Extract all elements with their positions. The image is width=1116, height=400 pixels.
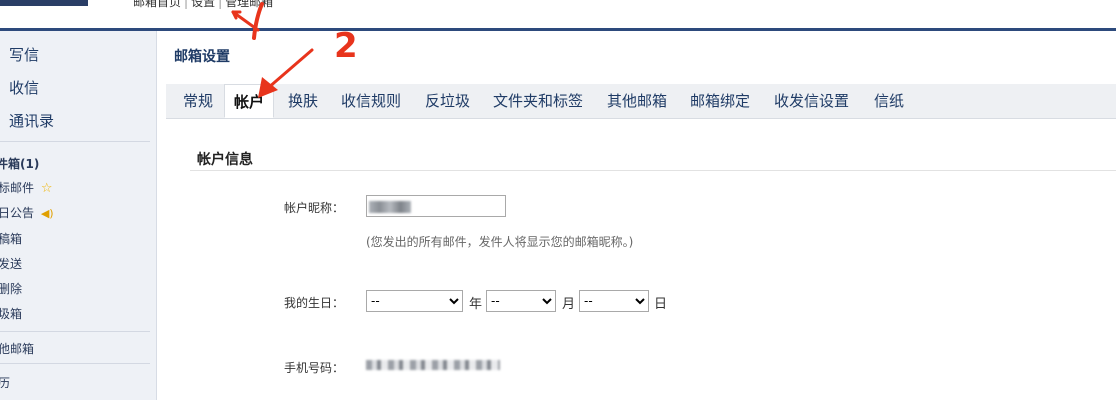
tab-antispam[interactable]: 反垃圾 bbox=[416, 84, 479, 118]
tab-mailbox-binding[interactable]: 邮箱绑定 bbox=[681, 84, 759, 118]
sidebar-divider bbox=[0, 141, 150, 142]
birth-month-select[interactable]: -- bbox=[486, 290, 556, 312]
speaker-icon: ◀) bbox=[40, 207, 54, 220]
tab-rules[interactable]: 收信规则 bbox=[332, 84, 410, 118]
birth-day-select[interactable]: -- bbox=[579, 290, 649, 312]
tab-send-receive[interactable]: 收发信设置 bbox=[765, 84, 858, 118]
section-divider bbox=[190, 170, 1116, 171]
sidebar-folder-label: 日公告 bbox=[0, 206, 35, 220]
annotation-overlay: 2 bbox=[231, 2, 358, 98]
redacted-text bbox=[369, 201, 411, 213]
year-unit: 年 bbox=[469, 297, 483, 312]
sidebar-folder-inbox[interactable]: 件箱(1) bbox=[0, 155, 39, 172]
tab-skin[interactable]: 换肤 bbox=[279, 84, 327, 118]
sidebar-folder-deleted[interactable]: 删除 bbox=[0, 280, 22, 297]
tab-stationery[interactable]: 信纸 bbox=[865, 84, 913, 118]
nickname-hint: (您发出的所有邮件，发件人将显示您的邮箱昵称。) bbox=[366, 235, 634, 249]
day-unit: 日 bbox=[654, 297, 668, 312]
top-bar: 邮箱首页 | 设置 | 管理邮箱 bbox=[0, 0, 1116, 28]
sidebar-folder-label: 标邮件 bbox=[0, 181, 35, 195]
sidebar-divider bbox=[0, 331, 150, 332]
mailbox-home-link[interactable]: 邮箱首页 bbox=[133, 0, 181, 9]
phone-label: 手机号码： bbox=[283, 361, 344, 375]
sidebar-folder-starred[interactable]: 标邮件 ☆ bbox=[0, 179, 53, 196]
tab-other-mailboxes[interactable]: 其他邮箱 bbox=[598, 84, 676, 118]
sidebar-inbox[interactable]: 收信 bbox=[9, 77, 39, 98]
sidebar-folder-announcements[interactable]: 日公告 ◀) bbox=[0, 204, 54, 221]
sidebar-folder-spam[interactable]: 圾箱 bbox=[0, 305, 22, 322]
step-2-label: 2 bbox=[334, 26, 358, 66]
manage-mailbox-link[interactable]: 管理邮箱 bbox=[225, 0, 273, 9]
nickname-input[interactable] bbox=[366, 195, 506, 217]
logo bbox=[0, 0, 88, 6]
settings-tabs: 常规 帐户 换肤 收信规则 反垃圾 文件夹和标签 其他邮箱 邮箱绑定 收发信设置… bbox=[166, 84, 1116, 119]
month-unit: 月 bbox=[562, 297, 576, 312]
page-title: 邮箱设置 bbox=[174, 49, 230, 65]
separator: | bbox=[218, 0, 223, 9]
tab-folders-labels[interactable]: 文件夹和标签 bbox=[484, 84, 592, 118]
tab-account[interactable]: 帐户 bbox=[224, 84, 275, 118]
sidebar-other-mailboxes[interactable]: 他邮箱 bbox=[0, 340, 34, 357]
sidebar-contacts[interactable]: 通讯录 bbox=[9, 110, 54, 131]
star-icon: ☆ bbox=[40, 181, 53, 196]
section-title: 帐户信息 bbox=[197, 152, 253, 168]
sidebar-compose[interactable]: 写信 bbox=[9, 44, 39, 65]
separator: | bbox=[184, 0, 189, 9]
nickname-label: 帐户昵称： bbox=[283, 201, 344, 215]
top-links: 邮箱首页 | 设置 | 管理邮箱 bbox=[133, 0, 273, 10]
arrow-2-icon bbox=[266, 48, 314, 90]
sidebar-divider bbox=[0, 363, 150, 364]
sidebar-calendar[interactable]: 历 bbox=[0, 374, 10, 391]
header-accent-line bbox=[0, 28, 1116, 31]
redacted-phone bbox=[366, 360, 500, 370]
sidebar-folder-sent[interactable]: 发送 bbox=[0, 255, 22, 272]
sidebar: 写信 收信 通讯录 件箱(1) 标邮件 ☆ 日公告 ◀) 稿箱 发送 删除 圾箱… bbox=[0, 31, 157, 400]
sidebar-folder-drafts[interactable]: 稿箱 bbox=[0, 230, 22, 247]
birth-year-select[interactable]: -- bbox=[366, 290, 463, 312]
settings-link[interactable]: 设置 bbox=[191, 0, 215, 9]
birthday-label: 我的生日： bbox=[283, 296, 344, 310]
tab-general[interactable]: 常规 bbox=[174, 84, 222, 118]
